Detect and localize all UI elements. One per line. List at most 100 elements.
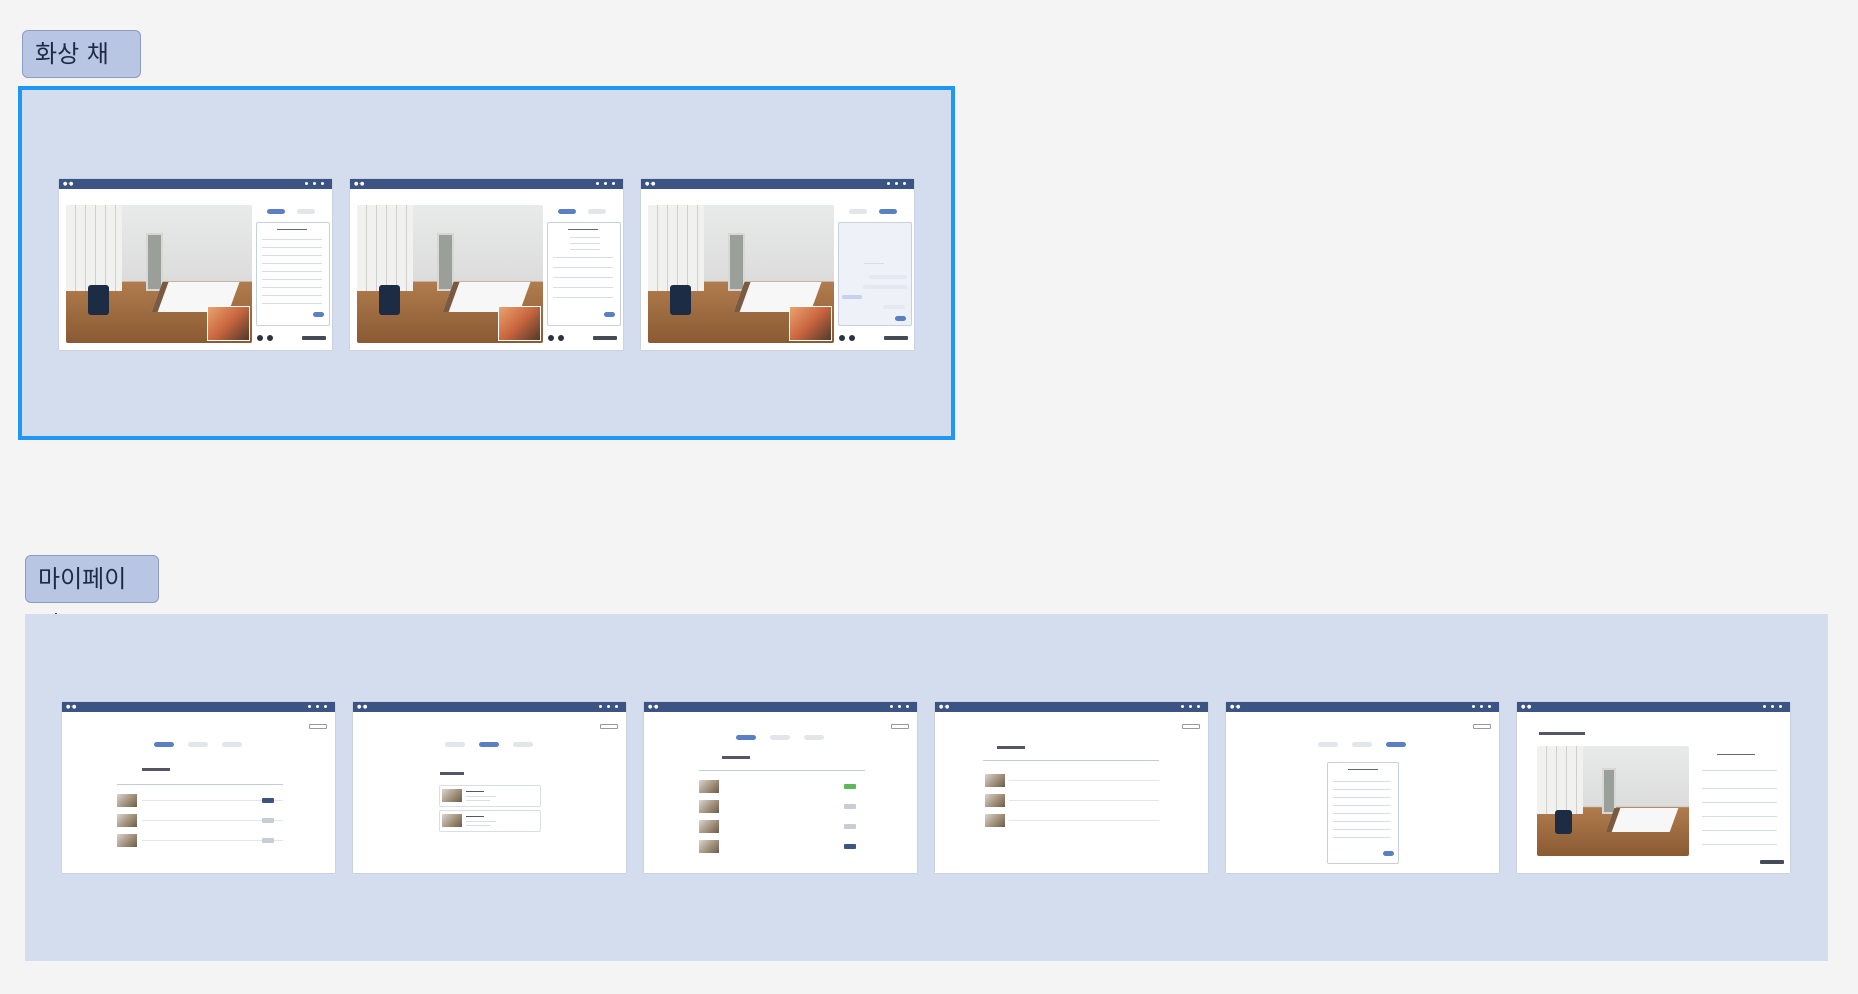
profile-button[interactable]: [309, 724, 327, 729]
profile-button[interactable]: [1182, 724, 1200, 729]
chat-message: [842, 295, 862, 299]
mypage-frame[interactable]: ●·● ●·● ●·● ●·● ●·● ●·●: [25, 614, 1828, 961]
room-video: [648, 205, 834, 343]
end-call-button[interactable]: [302, 336, 326, 340]
send-button[interactable]: [895, 316, 906, 321]
app-logo: ●·●: [63, 181, 74, 187]
mic-icon[interactable]: [548, 335, 554, 341]
add-button[interactable]: [1383, 851, 1394, 856]
tab-checklist[interactable]: [849, 209, 867, 214]
tab-checklist[interactable]: [513, 742, 533, 747]
checklist-panel: [1327, 762, 1399, 864]
app-logo: ●·●: [66, 704, 77, 710]
tab-checklist[interactable]: [267, 209, 285, 214]
self-video-pip: [207, 305, 250, 341]
action-button[interactable]: [844, 824, 856, 829]
app-logo: ●·●: [1230, 704, 1241, 710]
favorite-card[interactable]: [439, 785, 541, 807]
profile-button[interactable]: [891, 724, 909, 729]
tab-reservations[interactable]: [1318, 742, 1338, 747]
app-bar: ●·●: [644, 702, 917, 712]
app-logo: ●·●: [648, 704, 659, 710]
chat-message: [883, 305, 905, 309]
tab-chat[interactable]: [879, 209, 897, 214]
tab-favorites[interactable]: [188, 742, 208, 747]
room-thumbnail: [117, 794, 137, 807]
action-button[interactable]: [262, 838, 274, 843]
section-heading: [997, 746, 1025, 749]
action-button[interactable]: [844, 784, 856, 789]
favorite-card[interactable]: [439, 810, 541, 832]
add-button[interactable]: [604, 312, 615, 317]
checklist-detail-panel: [547, 222, 621, 326]
app-logo: ●·●: [645, 181, 656, 187]
tab-checklist[interactable]: [558, 209, 576, 214]
video-chat-screen-chat[interactable]: ●·●: [641, 179, 914, 350]
mypage-screen-recording[interactable]: ●·●: [1517, 702, 1790, 873]
add-button[interactable]: [313, 312, 324, 317]
tab-reservations[interactable]: [154, 742, 174, 747]
room-thumbnail: [117, 834, 137, 847]
tab-favorites[interactable]: [770, 735, 790, 740]
tab-favorites[interactable]: [479, 742, 499, 747]
recorded-video[interactable]: [1537, 746, 1689, 856]
section-label-mypage: 마이페이지: [25, 555, 159, 639]
profile-button[interactable]: [600, 724, 618, 729]
action-button[interactable]: [262, 798, 274, 803]
tab-checklist[interactable]: [804, 735, 824, 740]
self-video-pip: [498, 305, 541, 341]
app-bar: ●·●: [641, 179, 914, 189]
profile-button[interactable]: [1473, 724, 1491, 729]
tab-reservations[interactable]: [445, 742, 465, 747]
app-logo: ●·●: [1521, 704, 1532, 710]
tab-chat[interactable]: [297, 209, 315, 214]
section-heading: [722, 756, 750, 759]
section-label-video-chat: 화상 채팅: [22, 30, 141, 114]
room-thumbnail: [117, 814, 137, 827]
tab-reservations[interactable]: [736, 735, 756, 740]
camera-icon[interactable]: [849, 335, 855, 341]
action-button[interactable]: [262, 818, 274, 823]
app-logo: ●·●: [357, 704, 368, 710]
self-video-pip: [789, 305, 832, 341]
mypage-screen-checklist[interactable]: ●·●: [1226, 702, 1499, 873]
app-bar: ●·●: [353, 702, 626, 712]
tab-checklist[interactable]: [1386, 742, 1406, 747]
mypage-screen-reservations-tab[interactable]: ●·●: [644, 702, 917, 873]
mypage-screen-reservations[interactable]: ●·●: [62, 702, 335, 873]
video-chat-screen-checklist-detail[interactable]: ●·●: [350, 179, 623, 350]
mypage-screen-favorites[interactable]: ●·●: [353, 702, 626, 873]
app-bar: ●·●: [935, 702, 1208, 712]
mic-icon[interactable]: [257, 335, 263, 341]
app-bar: ●·●: [1517, 702, 1790, 712]
camera-icon[interactable]: [558, 335, 564, 341]
section-heading: [1539, 732, 1585, 735]
mic-icon[interactable]: [839, 335, 845, 341]
tab-chat[interactable]: [588, 209, 606, 214]
app-logo: ●·●: [354, 181, 365, 187]
chat-message: [869, 275, 907, 279]
mypage-screen-reservation-list[interactable]: ●·●: [935, 702, 1208, 873]
app-bar: ●·●: [1226, 702, 1499, 712]
video-chat-screen-checklist[interactable]: ●·●: [59, 179, 332, 350]
section-heading: [142, 768, 170, 771]
chat-message: [863, 285, 907, 289]
action-button[interactable]: [844, 804, 856, 809]
tab-checklist[interactable]: [222, 742, 242, 747]
room-video: [357, 205, 543, 343]
end-call-button[interactable]: [884, 336, 908, 340]
app-bar: ●·●: [350, 179, 623, 189]
room-video: [66, 205, 252, 343]
tab-favorites[interactable]: [1352, 742, 1372, 747]
chat-panel: [838, 222, 912, 326]
action-button[interactable]: [844, 844, 856, 849]
camera-icon[interactable]: [267, 335, 273, 341]
section-heading: [440, 772, 464, 775]
checklist-panel: [256, 222, 330, 326]
close-button[interactable]: [1760, 860, 1784, 864]
video-chat-frame[interactable]: ●·● ●·● ●·●: [18, 86, 955, 440]
app-bar: ●·●: [62, 702, 335, 712]
end-call-button[interactable]: [593, 336, 617, 340]
app-bar: ●·●: [59, 179, 332, 189]
app-logo: ●·●: [939, 704, 950, 710]
